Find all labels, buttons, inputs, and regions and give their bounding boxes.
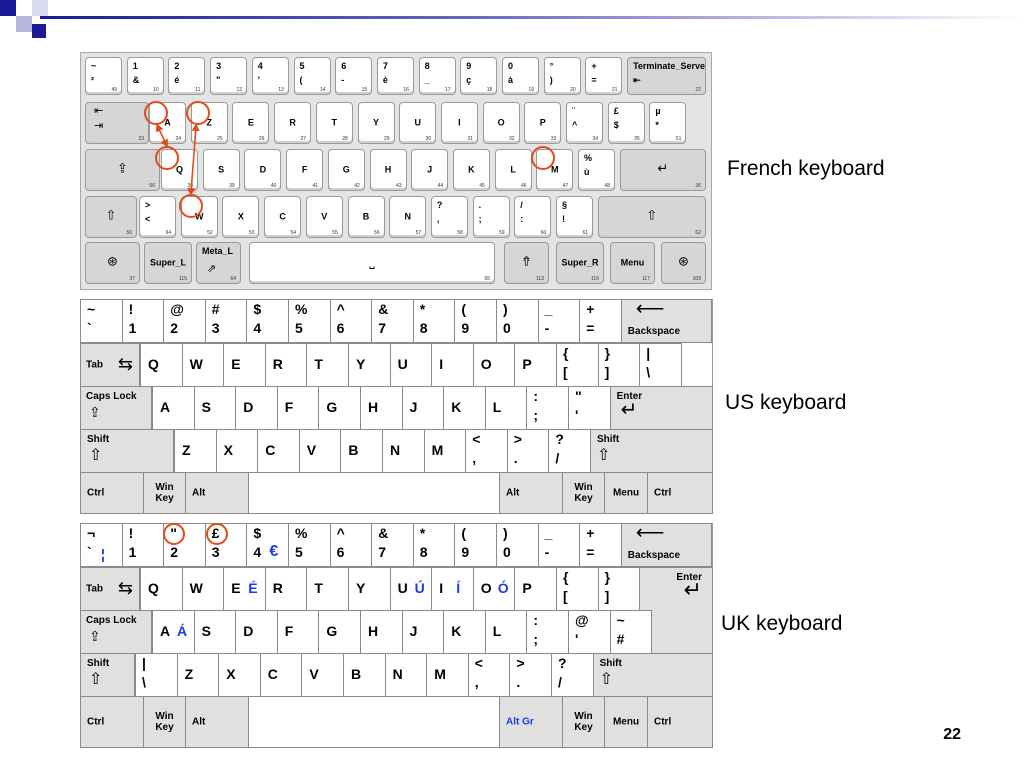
arrow-a-q <box>156 123 168 148</box>
arrow-z-w <box>187 123 200 196</box>
swap-arrows <box>156 123 200 196</box>
